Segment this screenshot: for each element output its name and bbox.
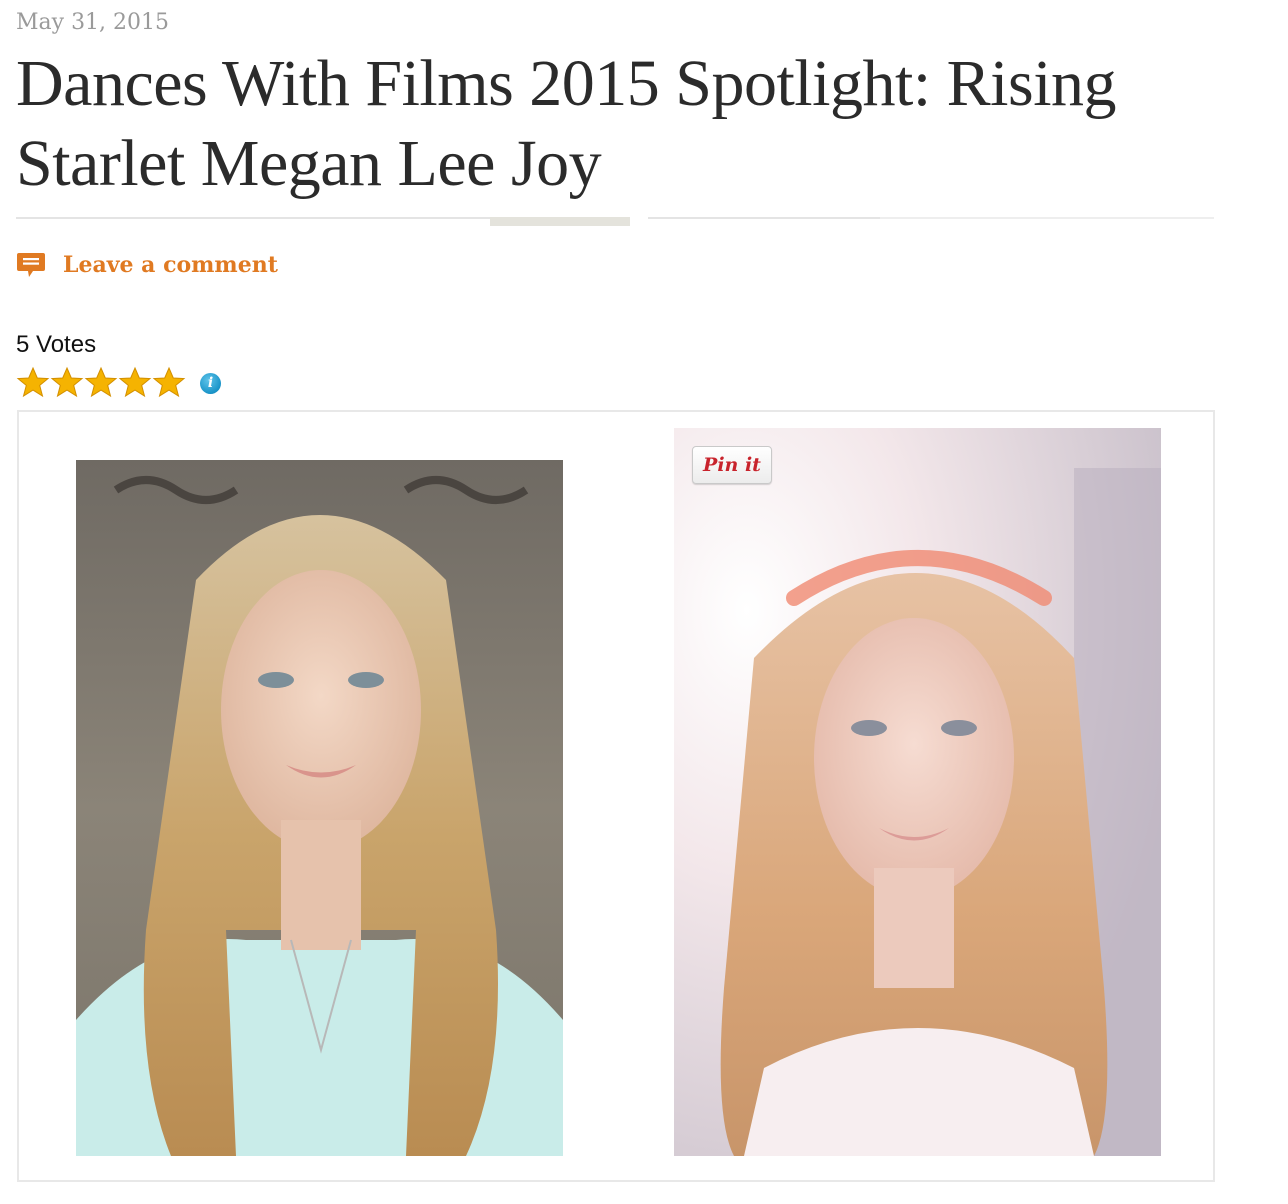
portrait-photo-1: [76, 460, 563, 1156]
page-title: Dances With Films 2015 Spotlight: Rising…: [16, 47, 1117, 200]
star-rating[interactable]: [16, 366, 186, 400]
star-icon[interactable]: [118, 366, 152, 400]
title-rule-gap: [630, 216, 648, 220]
info-icon[interactable]: i: [200, 373, 221, 394]
pin-it-button[interactable]: Pin it: [692, 446, 772, 484]
title-rule-light: [880, 217, 1214, 219]
star-icon[interactable]: [152, 366, 186, 400]
star-icon[interactable]: [84, 366, 118, 400]
post-date: May 31, 2015: [16, 10, 170, 35]
leave-comment-link[interactable]: Leave a comment: [16, 250, 278, 280]
title-rule-accent: [490, 217, 630, 226]
leave-comment-label: Leave a comment: [63, 252, 278, 278]
star-icon[interactable]: [16, 366, 50, 400]
star-icon[interactable]: [50, 366, 84, 400]
votes-count: 5 Votes: [16, 331, 97, 358]
portrait-photo-2: [674, 428, 1161, 1156]
speech-bubble-icon: [16, 250, 46, 280]
photo-gallery: Pin it: [17, 410, 1215, 1182]
gallery-photo-2[interactable]: Pin it: [674, 428, 1161, 1156]
gallery-photo-1[interactable]: [76, 460, 563, 1156]
